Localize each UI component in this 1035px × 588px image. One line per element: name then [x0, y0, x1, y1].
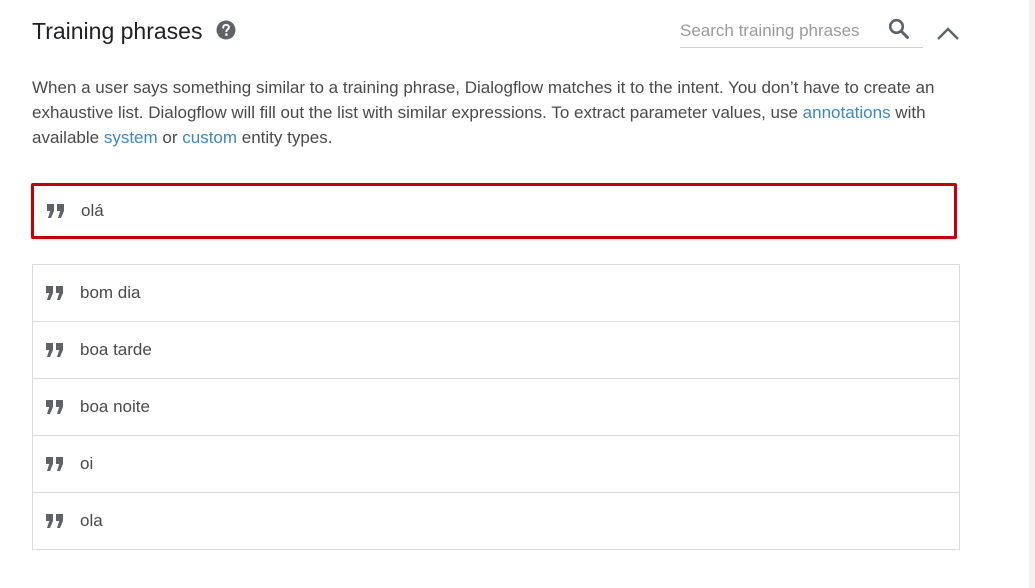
search-input[interactable]: [680, 18, 880, 44]
custom-link[interactable]: custom: [182, 128, 237, 147]
training-phrases-card: Training phrases When a user says someth…: [0, 0, 1029, 588]
section-title: Training phrases: [32, 18, 203, 44]
annotations-link[interactable]: annotations: [803, 103, 891, 122]
search-icon[interactable]: [888, 18, 910, 40]
search-field: [680, 16, 923, 48]
training-phrase-row[interactable]: boa noite: [33, 379, 959, 436]
chevron-up-icon[interactable]: [935, 24, 961, 42]
section-description: When a user says something similar to a …: [32, 75, 972, 150]
system-link[interactable]: system: [104, 128, 158, 147]
description-text: When a user says something similar to a …: [32, 78, 935, 122]
training-phrase-text[interactable]: ola: [80, 511, 103, 531]
help-icon[interactable]: [216, 20, 236, 40]
quote-icon: [46, 457, 63, 471]
training-phrase-row[interactable]: ola: [33, 493, 959, 549]
quote-icon: [46, 400, 63, 414]
quote-icon: [46, 286, 63, 300]
description-text: entity types.: [237, 128, 333, 147]
new-phrase-text[interactable]: olá: [81, 201, 104, 221]
new-phrase-input[interactable]: olá: [31, 183, 957, 239]
training-phrase-list: bom dia boa tarde boa noite oi ola: [32, 264, 960, 550]
quote-icon: [47, 204, 64, 218]
quote-icon: [46, 343, 63, 357]
training-phrase-row[interactable]: oi: [33, 436, 959, 493]
training-phrase-row[interactable]: bom dia: [33, 265, 959, 322]
training-phrase-text[interactable]: boa noite: [80, 397, 150, 417]
training-phrase-text[interactable]: boa tarde: [80, 340, 152, 360]
description-text: or: [157, 128, 183, 147]
training-phrase-text[interactable]: oi: [80, 454, 93, 474]
training-phrase-row[interactable]: boa tarde: [33, 322, 959, 379]
training-phrase-text[interactable]: bom dia: [80, 283, 140, 303]
quote-icon: [46, 514, 63, 528]
